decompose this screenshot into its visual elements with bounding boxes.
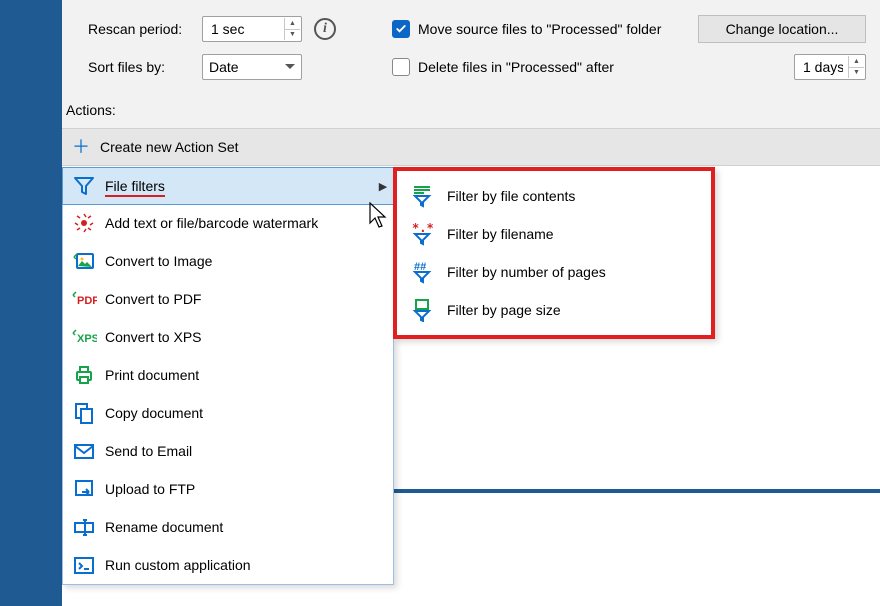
menu-label: Rename document [105, 519, 393, 535]
menu-label: Run custom application [105, 557, 393, 573]
move-checkbox[interactable] [392, 20, 410, 38]
spinner-up-icon[interactable]: ▲ [285, 18, 300, 30]
menu-item-convert-pdf[interactable]: PDF Convert to PDF [63, 280, 393, 318]
menu-label: Copy document [105, 405, 393, 421]
image-icon [63, 249, 105, 273]
days-spinner-buttons[interactable]: ▲ ▼ [848, 56, 864, 78]
create-action-set-button[interactable]: Create new Action Set [100, 139, 239, 155]
info-icon[interactable]: i [314, 18, 336, 40]
menu-label: Upload to FTP [105, 481, 393, 497]
menu-item-custom-app[interactable]: Run custom application [63, 546, 393, 584]
menu-label: Print document [105, 367, 393, 383]
menu-label: Convert to PDF [105, 291, 393, 307]
menu-label: Convert to Image [105, 253, 393, 269]
menu-label: Filter by filename [447, 226, 711, 242]
days-input[interactable] [801, 58, 845, 76]
filter-pages-icon: ## [397, 260, 447, 284]
submenu-item-pages[interactable]: ## Filter by number of pages [397, 253, 711, 291]
sort-combo[interactable]: Date [202, 54, 302, 80]
spinner-buttons[interactable]: ▲ ▼ [284, 18, 300, 40]
menu-item-print[interactable]: Print document [63, 356, 393, 394]
spinner-down-icon[interactable]: ▼ [849, 68, 864, 79]
email-icon [63, 439, 105, 463]
rescan-input[interactable] [209, 20, 279, 38]
actions-toolbar: ＋ Create new Action Set [62, 129, 880, 166]
menu-item-convert-image[interactable]: Convert to Image [63, 242, 393, 280]
submenu-arrow-icon: ▶ [373, 180, 393, 193]
terminal-icon [63, 553, 105, 577]
submenu-item-page-size[interactable]: Filter by page size [397, 291, 711, 329]
menu-label: Filter by page size [447, 302, 711, 318]
plus-icon[interactable]: ＋ [72, 138, 90, 156]
delete-label: Delete files in "Processed" after [418, 59, 614, 75]
chevron-down-icon [285, 64, 295, 70]
svg-text:PDF: PDF [77, 295, 97, 307]
menu-item-ftp[interactable]: Upload to FTP [63, 470, 393, 508]
change-location-button[interactable]: Change location... [698, 15, 866, 43]
move-label: Move source files to "Processed" folder [418, 21, 661, 37]
submenu-item-filename[interactable]: *.* Filter by filename [397, 215, 711, 253]
svg-text:XPS: XPS [77, 333, 97, 345]
menu-label: Send to Email [105, 443, 393, 459]
filter-filename-icon: *.* [397, 222, 447, 246]
menu-item-email[interactable]: Send to Email [63, 432, 393, 470]
file-filters-submenu: Filter by file contents *.* Filter by fi… [393, 167, 715, 339]
copy-icon [63, 401, 105, 425]
bottom-divider [394, 489, 880, 493]
filter-size-icon [397, 298, 447, 322]
menu-label: Filter by number of pages [447, 264, 711, 280]
watermark-icon [63, 211, 105, 235]
menu-item-file-filters[interactable]: File filters ▶ [62, 167, 394, 205]
filter-icon [63, 174, 105, 198]
upload-icon [63, 477, 105, 501]
menu-label: File filters [105, 178, 373, 194]
actions-heading: Actions: [62, 102, 116, 118]
spinner-up-icon[interactable]: ▲ [849, 56, 864, 68]
actions-menu: File filters ▶ Add text or file/barcode … [62, 167, 394, 585]
menu-label: Filter by file contents [447, 188, 711, 204]
submenu-item-contents[interactable]: Filter by file contents [397, 177, 711, 215]
delete-checkbox[interactable] [392, 58, 410, 76]
filter-contents-icon [397, 184, 447, 208]
sort-label: Sort files by: [88, 59, 194, 75]
pdf-icon: PDF [63, 289, 105, 309]
settings-panel: Rescan period: ▲ ▼ i Move source files t… [62, 0, 880, 129]
menu-item-rename[interactable]: Rename document [63, 508, 393, 546]
xps-icon: XPS [63, 327, 105, 347]
spinner-down-icon[interactable]: ▼ [285, 30, 300, 41]
menu-item-watermark[interactable]: Add text or file/barcode watermark [63, 204, 393, 242]
menu-label: Add text or file/barcode watermark [105, 215, 393, 231]
menu-label: Convert to XPS [105, 329, 393, 345]
rescan-spinner[interactable]: ▲ ▼ [202, 16, 302, 42]
rename-icon [63, 515, 105, 539]
print-icon [63, 363, 105, 387]
menu-item-convert-xps[interactable]: XPS Convert to XPS [63, 318, 393, 356]
sort-value: Date [209, 59, 239, 75]
days-spinner[interactable]: ▲ ▼ [794, 54, 866, 80]
rescan-label: Rescan period: [88, 21, 194, 37]
left-sidebar [0, 0, 62, 606]
menu-item-copy[interactable]: Copy document [63, 394, 393, 432]
